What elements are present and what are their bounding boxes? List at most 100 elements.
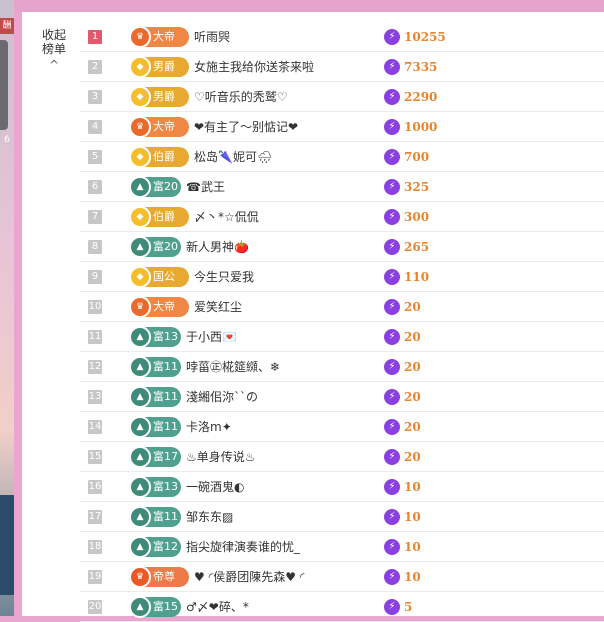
user-name[interactable]: 新人男神🍅 bbox=[186, 232, 249, 262]
crown-icon: ♛ bbox=[129, 566, 151, 588]
badge-text: 富13 bbox=[153, 330, 178, 343]
score-value: 20 bbox=[404, 420, 421, 434]
badge-text: 大帝 bbox=[153, 30, 175, 43]
crown-icon: ♛ bbox=[129, 116, 151, 138]
level-badge: ▲ 富13 bbox=[129, 326, 181, 348]
lightning-bolt-icon: ⚡ bbox=[384, 59, 400, 75]
ranking-row[interactable]: 8 ▲ 富20 新人男神🍅 ⚡ 265 bbox=[80, 232, 604, 262]
user-name[interactable]: ♂〆❤碎、* bbox=[186, 592, 249, 622]
lightning-bolt-icon: ⚡ bbox=[384, 149, 400, 165]
ranking-row[interactable]: 13 ▲ 富11 淺緗佀沵``の ⚡ 20 bbox=[80, 382, 604, 412]
lightning-bolt-icon: ⚡ bbox=[384, 599, 400, 615]
badge-text: 国公 bbox=[153, 270, 175, 283]
user-name[interactable]: ❤有主了～别惦记❤ bbox=[194, 112, 298, 142]
user-name[interactable]: ♨单身传说♨ bbox=[186, 442, 256, 472]
user-name[interactable]: 淺緗佀沵``の bbox=[186, 382, 258, 412]
ranking-row[interactable]: 1 ♛ 大帝 听雨巺 ⚡ 10255 bbox=[80, 22, 604, 52]
rank-number: 6 bbox=[88, 180, 102, 194]
rank-number: 16 bbox=[88, 480, 102, 494]
shield-icon: ◆ bbox=[129, 146, 151, 168]
ranking-panel: 收起榜单 ^ 1 ♛ 大帝 听雨巺 ⚡ 10255 2 ◆ 男爵 女施主我给你送茶来啦 ⚡ 7335 3… bbox=[22, 12, 604, 622]
lightning-bolt-icon: ⚡ bbox=[384, 569, 400, 585]
user-name[interactable]: 今生只爱我 bbox=[194, 262, 254, 292]
user-name[interactable]: 指尖旋律演奏谁的忧_ bbox=[186, 532, 300, 562]
ranking-row[interactable]: 6 ▲ 富20 ☎武王 ⚡ 325 bbox=[80, 172, 604, 202]
rank-number: 11 bbox=[88, 330, 102, 344]
ranking-row[interactable]: 9 ◆ 国公 今生只爱我 ⚡ 110 bbox=[80, 262, 604, 292]
user-name[interactable]: 邹东东▨ bbox=[186, 502, 233, 532]
score-value: 1000 bbox=[404, 120, 438, 134]
ranking-row[interactable]: 5 ◆ 伯爵 松岛🌂妮可🌧 ⚡ 700 bbox=[80, 142, 604, 172]
score-value: 20 bbox=[404, 330, 421, 344]
badge-text: 大帝 bbox=[153, 300, 175, 313]
rank-number: 13 bbox=[88, 390, 102, 404]
ranking-row[interactable]: 11 ▲ 富13 于小西💌 ⚡ 20 bbox=[80, 322, 604, 352]
ranking-row[interactable]: 3 ◆ 男爵 ♡听音乐的秃鹫♡ ⚡ 2290 bbox=[80, 82, 604, 112]
level-badge: ▲ 富20 bbox=[129, 176, 181, 198]
score-value: 10 bbox=[404, 540, 421, 554]
triangle-icon: ▲ bbox=[129, 596, 151, 618]
ranking-row[interactable]: 20 ▲ 富15 ♂〆❤碎、* ⚡ 5 bbox=[80, 592, 604, 622]
ranking-row[interactable]: 2 ◆ 男爵 女施主我给你送茶来啦 ⚡ 7335 bbox=[80, 52, 604, 82]
level-badge: ▲ 富11 bbox=[129, 416, 181, 438]
user-name[interactable]: 松岛🌂妮可🌧 bbox=[194, 142, 272, 172]
level-badge: ◆ 国公 bbox=[129, 266, 189, 288]
user-name[interactable]: 女施主我给你送茶来啦 bbox=[194, 52, 314, 82]
ranking-row[interactable]: 10 ♛ 大帝 爱笑红尘 ⚡ 20 bbox=[80, 292, 604, 322]
user-name[interactable]: 卡洛m✦ bbox=[186, 412, 232, 442]
user-name[interactable]: 听雨巺 bbox=[194, 22, 230, 52]
user-name[interactable]: ♥ ◜侯爵团陳先森♥ ◜ bbox=[194, 562, 304, 592]
lightning-bolt-icon: ⚡ bbox=[384, 419, 400, 435]
user-name[interactable]: 于小西💌 bbox=[186, 322, 237, 352]
rank-number: 18 bbox=[88, 540, 102, 554]
ranking-row[interactable]: 12 ▲ 富11 哱菑㊣椛筵纐、❄ ⚡ 20 bbox=[80, 352, 604, 382]
rank-number: 20 bbox=[88, 600, 102, 614]
score-value: 265 bbox=[404, 240, 430, 254]
user-name[interactable]: ☎武王 bbox=[186, 172, 225, 202]
rank-number: 2 bbox=[88, 60, 102, 74]
ranking-row[interactable]: 7 ◆ 伯爵 〆丶*☆侃侃 ⚡ 300 bbox=[80, 202, 604, 232]
lightning-bolt-icon: ⚡ bbox=[384, 89, 400, 105]
user-name[interactable]: 一碗酒鬼◐ bbox=[186, 472, 244, 502]
score-value: 700 bbox=[404, 150, 430, 164]
user-name[interactable]: 〆丶*☆侃侃 bbox=[194, 202, 259, 232]
ranking-row[interactable]: 4 ♛ 大帝 ❤有主了～别惦记❤ ⚡ 1000 bbox=[80, 112, 604, 142]
lightning-bolt-icon: ⚡ bbox=[384, 299, 400, 315]
triangle-icon: ▲ bbox=[129, 176, 151, 198]
badge-text: 伯爵 bbox=[153, 210, 175, 223]
badge-text: 富11 bbox=[153, 420, 178, 433]
badge-text: 富11 bbox=[153, 510, 178, 523]
ranking-row[interactable]: 17 ▲ 富11 邹东东▨ ⚡ 10 bbox=[80, 502, 604, 532]
crown-icon: ♛ bbox=[129, 296, 151, 318]
level-badge: ▲ 富17 bbox=[129, 446, 181, 468]
level-badge: ♛ 大帝 bbox=[129, 116, 189, 138]
level-badge: ▲ 富20 bbox=[129, 236, 181, 258]
lightning-bolt-icon: ⚡ bbox=[384, 509, 400, 525]
ranking-row[interactable]: 15 ▲ 富17 ♨单身传说♨ ⚡ 20 bbox=[80, 442, 604, 472]
triangle-icon: ▲ bbox=[129, 416, 151, 438]
shield-icon: ◆ bbox=[129, 86, 151, 108]
chevron-up-icon: ^ bbox=[48, 58, 60, 72]
badge-text: 大帝 bbox=[153, 120, 175, 133]
ranking-row[interactable]: 19 ♛ 帝尊 ♥ ◜侯爵团陳先森♥ ◜ ⚡ 10 bbox=[80, 562, 604, 592]
collapse-ranking-button[interactable]: 收起榜单 ^ bbox=[42, 28, 66, 72]
ranking-row[interactable]: 18 ▲ 富12 指尖旋律演奏谁的忧_ ⚡ 10 bbox=[80, 532, 604, 562]
rank-number: 17 bbox=[88, 510, 102, 524]
level-badge: ◆ 伯爵 bbox=[129, 146, 189, 168]
triangle-icon: ▲ bbox=[129, 446, 151, 468]
user-name[interactable]: 爱笑红尘 bbox=[194, 292, 242, 322]
triangle-icon: ▲ bbox=[129, 506, 151, 528]
score-value: 325 bbox=[404, 180, 430, 194]
side-tag[interactable]: 酬 bbox=[0, 18, 14, 34]
user-name[interactable]: ♡听音乐的秃鹫♡ bbox=[194, 82, 288, 112]
lightning-bolt-icon: ⚡ bbox=[384, 329, 400, 345]
side-handle[interactable] bbox=[0, 40, 8, 130]
triangle-icon: ▲ bbox=[129, 476, 151, 498]
user-name[interactable]: 哱菑㊣椛筵纐、❄ bbox=[186, 352, 280, 382]
side-thumbnail[interactable] bbox=[0, 495, 14, 595]
badge-text: 富11 bbox=[153, 390, 178, 403]
ranking-row[interactable]: 14 ▲ 富11 卡洛m✦ ⚡ 20 bbox=[80, 412, 604, 442]
level-badge: ♛ 大帝 bbox=[129, 26, 189, 48]
ranking-row[interactable]: 16 ▲ 富13 一碗酒鬼◐ ⚡ 10 bbox=[80, 472, 604, 502]
lightning-bolt-icon: ⚡ bbox=[384, 389, 400, 405]
